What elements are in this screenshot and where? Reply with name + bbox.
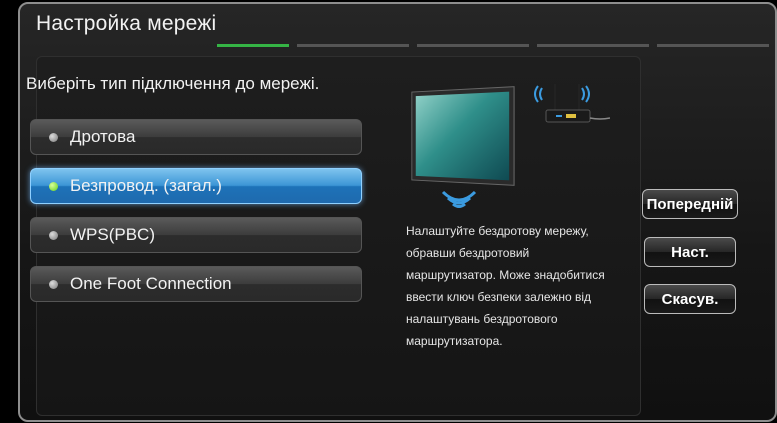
option-label: Дротова xyxy=(70,127,136,146)
connection-type-prompt: Виберіть тип підключення до мережі. xyxy=(26,74,320,93)
option-label: Безпровод. (загал.) xyxy=(70,176,222,195)
router-icon xyxy=(534,84,610,123)
progress-step-3 xyxy=(417,44,529,47)
option-wireless[interactable]: Безпровод. (загал.) xyxy=(30,168,362,204)
radio-indicator xyxy=(49,279,58,289)
radio-indicator xyxy=(49,132,58,142)
window-title: Настройка мережі xyxy=(36,12,217,35)
option-wps-pbc[interactable]: WPS(PBC) xyxy=(30,217,362,253)
wifi-signal-icon xyxy=(441,190,477,208)
radio-indicator xyxy=(49,181,58,191)
progress-steps xyxy=(36,44,775,47)
previous-button[interactable]: Попередній xyxy=(642,189,738,219)
next-button[interactable]: Наст. xyxy=(644,237,736,267)
option-label: WPS(PBC) xyxy=(70,225,155,244)
connection-description: Налаштуйте бездротову мережу, обравши бе… xyxy=(406,224,605,348)
radio-indicator xyxy=(49,230,58,240)
cancel-button[interactable]: Скасув. xyxy=(644,284,736,314)
option-one-foot-connection[interactable]: One Foot Connection xyxy=(30,266,362,302)
progress-step-4 xyxy=(537,44,649,47)
progress-step-1 xyxy=(217,44,289,47)
option-label: One Foot Connection xyxy=(70,274,232,293)
tv-icon xyxy=(412,87,514,185)
option-wired[interactable]: Дротова xyxy=(30,119,362,155)
connection-illustration xyxy=(408,78,610,218)
progress-step-2 xyxy=(297,44,409,47)
progress-step-5 xyxy=(657,44,769,47)
